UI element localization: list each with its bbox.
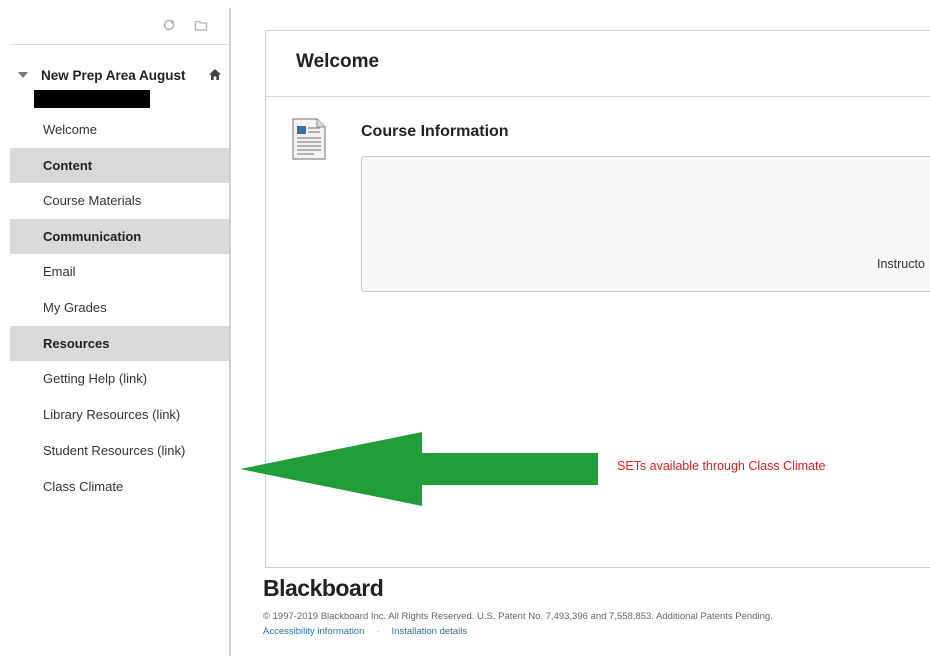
course-header[interactable]: New Prep Area August bbox=[10, 60, 229, 112]
nav-header-communication: Communication bbox=[10, 219, 229, 254]
nav-item-my-grades[interactable]: My Grades bbox=[10, 290, 229, 326]
nav-item-class-climate[interactable]: Class Climate bbox=[10, 469, 229, 505]
footer-copyright: © 1997-2019 Blackboard Inc. All Rights R… bbox=[263, 611, 773, 622]
course-title[interactable]: New Prep Area August bbox=[41, 68, 186, 83]
refresh-icon[interactable] bbox=[162, 18, 176, 32]
page-title: Welcome bbox=[296, 51, 380, 72]
nav-item-student-resources[interactable]: Student Resources (link) bbox=[10, 433, 229, 469]
blackboard-logo: Blackboard bbox=[263, 575, 384, 601]
sidebar-divider bbox=[229, 8, 231, 656]
nav-header-content: Content bbox=[10, 148, 229, 183]
installation-details-link[interactable]: Installation details bbox=[392, 626, 468, 637]
nav-header-resources: Resources bbox=[10, 326, 229, 361]
footer-links: Accessibility information · Installation d… bbox=[263, 626, 467, 637]
course-menu: Welcome Content Course Materials Communi… bbox=[10, 112, 229, 505]
title-divider bbox=[266, 96, 930, 97]
nav-item-course-materials[interactable]: Course Materials bbox=[10, 183, 229, 219]
content-item-body bbox=[361, 156, 930, 292]
collapse-triangle-icon[interactable] bbox=[18, 72, 28, 78]
sidebar-toolbar bbox=[10, 8, 229, 45]
nav-item-library-resources[interactable]: Library Resources (link) bbox=[10, 397, 229, 433]
footer-separator: · bbox=[376, 626, 380, 637]
nav-item-getting-help[interactable]: Getting Help (link) bbox=[10, 361, 229, 397]
item-body-text: Instructo bbox=[877, 257, 925, 271]
annotation-text: SETs available through Class Climate bbox=[617, 459, 826, 473]
green-arrow-annotation bbox=[240, 432, 598, 506]
redacted-block bbox=[34, 90, 150, 108]
accessibility-link[interactable]: Accessibility information bbox=[263, 626, 364, 637]
course-menu-sidebar: New Prep Area August Welcome Content Cou… bbox=[0, 0, 232, 656]
document-icon bbox=[292, 118, 326, 160]
home-icon[interactable] bbox=[208, 68, 222, 81]
nav-item-email[interactable]: Email bbox=[10, 254, 229, 290]
content-item-title[interactable]: Course Information bbox=[361, 123, 509, 141]
nav-item-welcome[interactable]: Welcome bbox=[10, 112, 229, 148]
folder-icon[interactable] bbox=[194, 18, 208, 32]
